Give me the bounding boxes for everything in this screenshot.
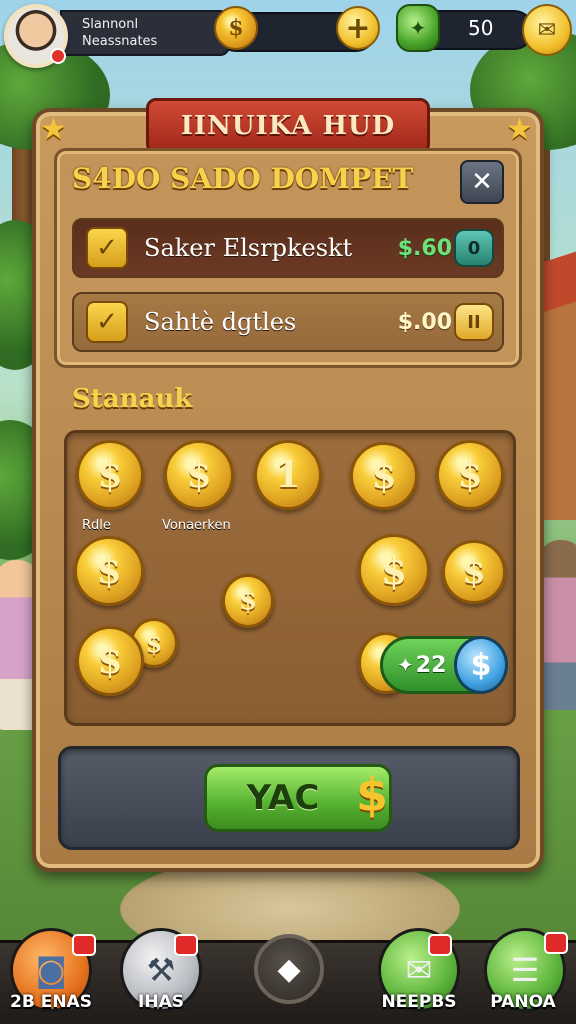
wallet-row-amount: $.60: [397, 235, 452, 261]
wallet-row-label: Sahtè dgtles: [144, 308, 297, 336]
nav-label: 2B ENAS: [10, 992, 92, 1012]
checkbox-icon[interactable]: ✓: [86, 227, 128, 269]
wallet-row[interactable]: ✓ Saker Elsrpkeskt $.60 0: [72, 218, 504, 278]
player-name: Slannonl: [82, 17, 139, 32]
section-title: Stanauk: [72, 384, 193, 414]
coin-icon[interactable]: $: [76, 440, 144, 510]
wallet-row-amount: $.00: [397, 309, 452, 335]
checkbox-icon[interactable]: ✓: [86, 301, 128, 343]
player-subtitle: Neassnates: [82, 34, 158, 49]
coin-icon[interactable]: $: [74, 536, 144, 606]
notification-badge: [428, 934, 452, 956]
coin-icon[interactable]: $: [222, 574, 274, 628]
notification-badge: [72, 934, 96, 956]
menu-icon: ☰: [510, 951, 540, 989]
shop-icon[interactable]: ✉: [522, 4, 572, 56]
gem-count: 50: [468, 16, 494, 40]
nav-label: NEEPBS: [381, 992, 457, 1012]
gem-icon: ✦: [396, 4, 440, 52]
gold-coin-icon: $: [214, 6, 258, 50]
close-button[interactable]: ✕: [460, 160, 504, 204]
notification-badge: [544, 932, 568, 954]
coin-icon[interactable]: $: [442, 540, 506, 604]
diamond-icon: ◆: [277, 951, 301, 987]
mail-icon: ✉: [405, 951, 433, 989]
nav-home-button[interactable]: ◆: [254, 934, 324, 1004]
coin-stat-value: 22: [415, 652, 447, 678]
coin-label: Vonaerken: [162, 518, 231, 533]
nav-label: PANOA: [490, 992, 556, 1012]
coin-icon[interactable]: $: [358, 534, 430, 606]
add-gold-button[interactable]: +: [336, 6, 380, 50]
coin-icon[interactable]: $: [76, 626, 144, 696]
panel-title: S4DO SADO DOMPET: [72, 162, 414, 195]
wallet-row[interactable]: ✓ Sahtè dgtles $.00 II: [72, 292, 504, 352]
player-name-plate: Slannonl Neassnates: [60, 10, 230, 56]
notification-badge: [174, 934, 198, 956]
coin-icon[interactable]: $: [164, 440, 234, 510]
runner-icon: ✦: [397, 653, 414, 677]
coin-icon[interactable]: $: [436, 440, 504, 510]
coin-icon[interactable]: $: [350, 442, 418, 510]
blue-coin-icon: $: [454, 636, 508, 694]
coin-label: Rdle: [82, 518, 111, 533]
wallet-row-badge[interactable]: II: [454, 303, 494, 341]
top-bar: Slannonl Neassnates $ + ✦ 50 ✉: [0, 0, 576, 72]
nav-label: IHAS: [138, 992, 184, 1012]
camera-icon: ◙: [35, 951, 67, 989]
tools-icon: ⚒: [146, 951, 176, 989]
notification-badge: [50, 48, 66, 64]
coin-icon[interactable]: 1: [254, 440, 322, 510]
wallet-row-badge[interactable]: 0: [454, 229, 494, 267]
wallet-row-label: Saker Elsrpkeskt: [144, 234, 353, 262]
star-icon: ★: [40, 112, 67, 147]
panel-ribbon-title: IINUIKA HUD: [146, 98, 430, 154]
star-icon: ★: [506, 112, 533, 147]
dollar-sign-icon: $: [356, 768, 389, 822]
